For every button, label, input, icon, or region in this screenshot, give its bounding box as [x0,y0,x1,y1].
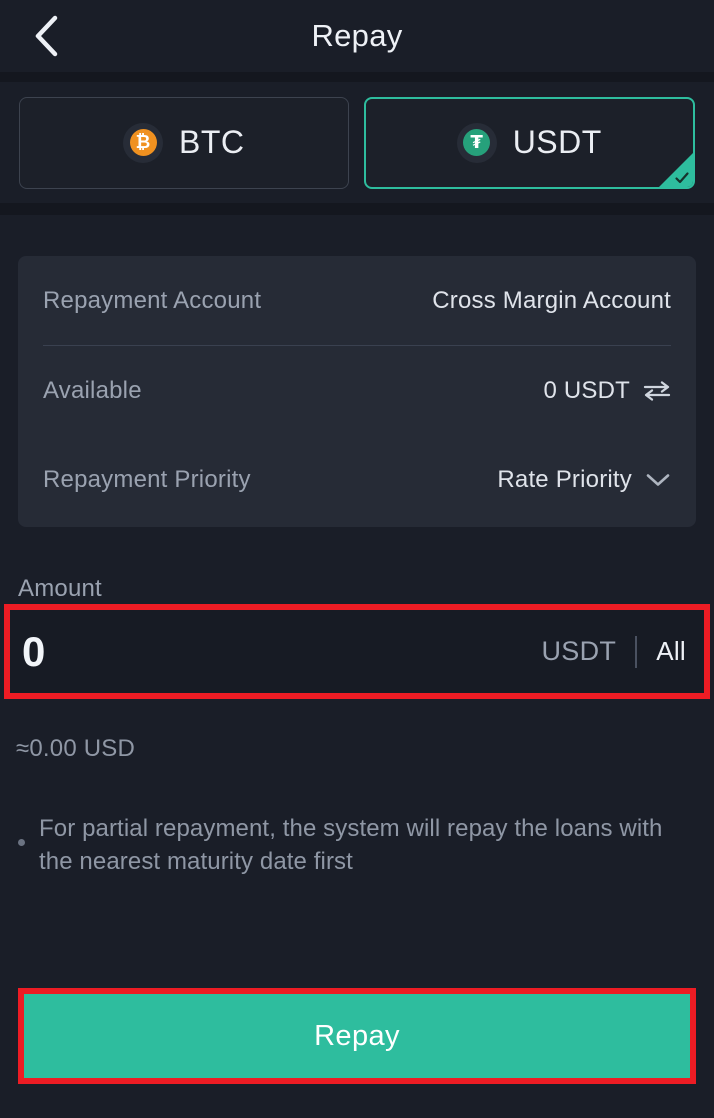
bullet-icon [18,839,25,846]
check-icon [675,171,689,183]
row-repayment-priority[interactable]: Repayment Priority Rate Priority [43,435,671,524]
tab-usdt[interactable]: ₮ USDT [363,96,695,189]
amount-input-highlight: USDT All [4,604,710,699]
page-header: Repay [0,0,714,72]
amount-unit-label: USDT [541,636,617,666]
row-available[interactable]: Available 0 USDT [43,346,671,435]
repayment-priority-value-group: Rate Priority [497,466,671,494]
repay-screen: Repay ₿ BTC ₮ USDT Repayment Account Cro… [0,0,714,1118]
chevron-down-icon[interactable] [645,472,671,488]
tab-btc[interactable]: ₿ BTC [19,96,349,189]
amount-suffix-group: USDT All [541,635,687,668]
available-label: Available [43,376,142,404]
btc-coin-icon: ₿ [123,122,163,163]
usdt-symbol: ₮ [463,129,491,156]
usdt-coin-icon: ₮ [456,122,497,163]
repayment-priority-label: Repayment Priority [43,465,251,493]
swap-icon[interactable] [643,380,671,402]
repayment-account-label: Repayment Account [43,286,262,314]
amount-input-row: USDT All [10,610,704,693]
repay-button-highlight: Repay [18,988,696,1084]
repayment-note-text: For partial repayment, the system will r… [39,815,663,876]
chevron-left-icon [31,14,61,58]
row-repayment-account[interactable]: Repayment Account Cross Margin Account [43,256,671,345]
unit-divider [635,635,638,668]
repayment-account-value: Cross Margin Account [432,286,671,314]
amount-label: Amount [18,575,102,602]
approx-usd-value: ≈0.00 USD [16,735,136,762]
repayment-priority-value: Rate Priority [497,465,632,493]
available-value: 0 USDT [543,376,630,404]
page-title: Repay [311,18,403,53]
tabs-divider [0,203,714,215]
btc-symbol: ₿ [129,129,157,156]
all-button[interactable]: All [656,636,686,667]
available-value-group: 0 USDT [543,377,671,405]
tab-btc-label: BTC [179,124,245,160]
tab-usdt-label: USDT [512,124,602,160]
repayment-info-card: Repayment Account Cross Margin Account A… [18,256,696,527]
amount-input[interactable] [22,627,362,676]
repayment-note: For partial repayment, the system will r… [18,812,688,878]
repay-button[interactable]: Repay [24,994,690,1078]
currency-tab-group: ₿ BTC ₮ USDT [0,82,714,203]
header-divider [0,72,714,82]
back-button[interactable] [22,12,70,60]
